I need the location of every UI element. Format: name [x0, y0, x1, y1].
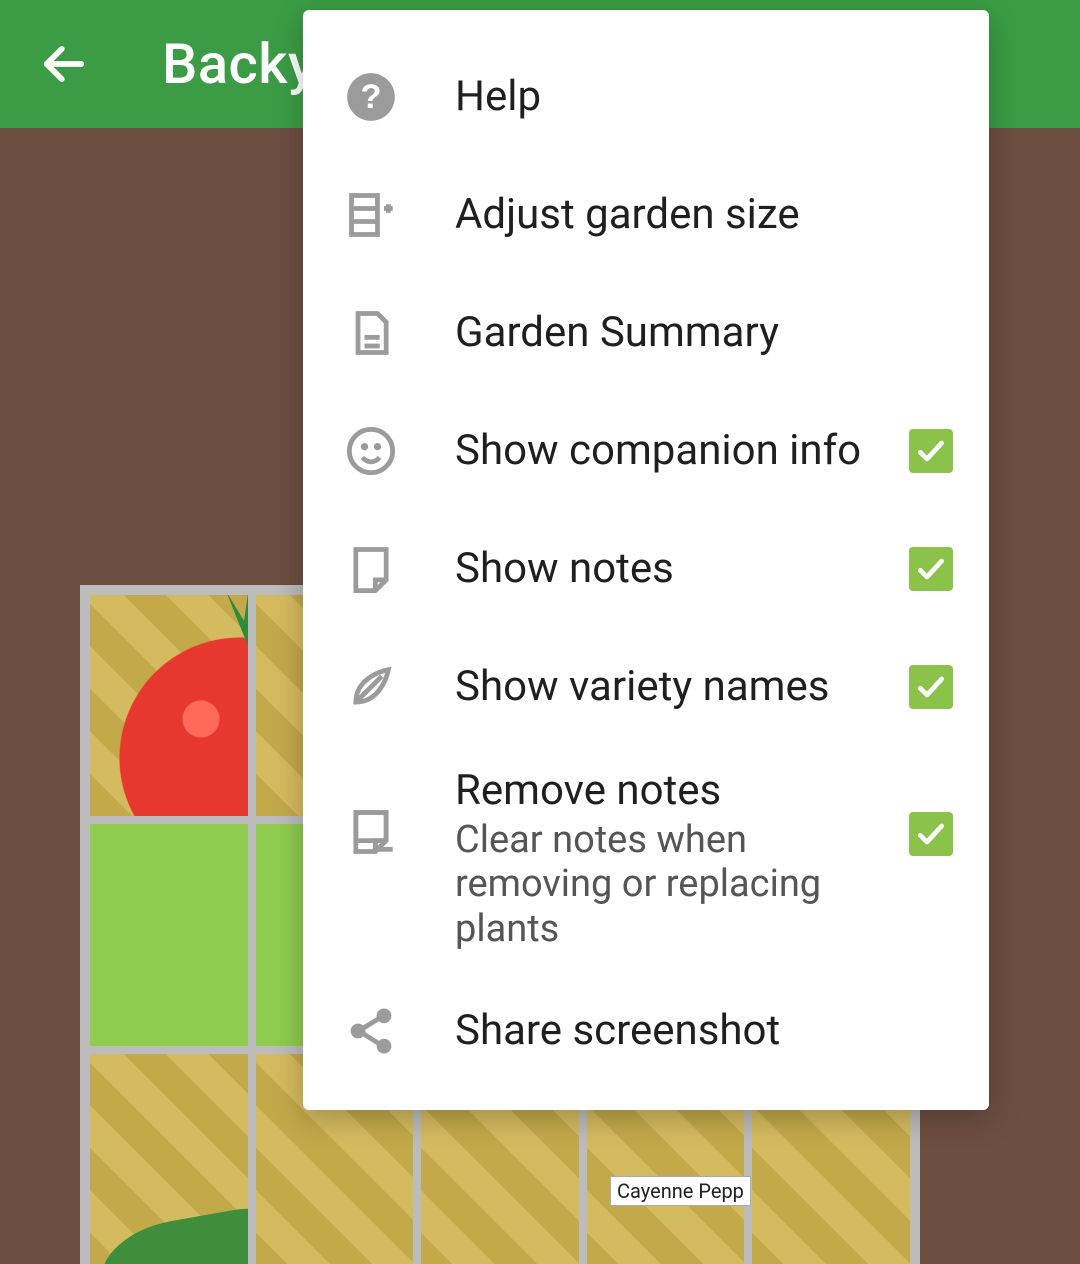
menu-item-label: Show companion info: [455, 426, 861, 475]
help-icon: ?: [345, 71, 397, 123]
menu-item-sublabel: Clear notes when removing or replacing p…: [455, 818, 889, 952]
menu-item-label: Help: [455, 72, 541, 121]
check-icon: [915, 818, 947, 850]
share-icon: [345, 1005, 397, 1057]
menu-item-show-notes[interactable]: Show notes: [303, 510, 989, 628]
overflow-menu: ? Help Adjust garden size Garden Summary: [303, 10, 989, 1110]
menu-item-label: Show variety names: [455, 662, 829, 711]
svg-text:?: ?: [360, 78, 381, 116]
back-button[interactable]: [34, 34, 94, 94]
arrow-left-icon: [38, 38, 90, 90]
summary-icon: [345, 307, 397, 359]
check-icon: [915, 671, 947, 703]
menu-item-label: Share screenshot: [455, 1006, 780, 1055]
menu-item-remove-notes[interactable]: Remove notes Clear notes when removing o…: [303, 746, 989, 972]
note-minus-icon: [345, 806, 397, 858]
plant-variety-label: Cayenne Pepp: [610, 1176, 751, 1206]
tomato-leaf-icon: [190, 591, 252, 655]
menu-item-variety-names[interactable]: Show variety names: [303, 628, 989, 746]
note-icon: [345, 543, 397, 595]
menu-item-label: Show notes: [455, 544, 674, 593]
check-icon: [915, 435, 947, 467]
garden-tile[interactable]: [86, 1050, 252, 1264]
leaf-icon: [345, 661, 397, 713]
menu-item-help[interactable]: ? Help: [303, 38, 989, 156]
checkbox-show-notes[interactable]: [909, 547, 953, 591]
cucumber-icon: [93, 1197, 252, 1264]
menu-item-label: Garden Summary: [455, 308, 779, 357]
smile-icon: [345, 425, 397, 477]
menu-item-companion-info[interactable]: Show companion info: [303, 392, 989, 510]
menu-item-garden-summary[interactable]: Garden Summary: [303, 274, 989, 392]
menu-item-adjust-size[interactable]: Adjust garden size: [303, 156, 989, 274]
garden-tile[interactable]: [86, 591, 252, 820]
garden-tile[interactable]: [86, 820, 252, 1049]
check-icon: [915, 553, 947, 585]
checkbox-companion-info[interactable]: [909, 429, 953, 473]
checkbox-remove-notes[interactable]: [909, 812, 953, 856]
resize-icon: [345, 189, 397, 241]
menu-item-label: Remove notes: [455, 766, 721, 815]
menu-item-share-screenshot[interactable]: Share screenshot: [303, 972, 989, 1090]
checkbox-variety-names[interactable]: [909, 665, 953, 709]
page-title: Backy: [162, 31, 316, 97]
menu-item-label: Adjust garden size: [455, 190, 800, 239]
